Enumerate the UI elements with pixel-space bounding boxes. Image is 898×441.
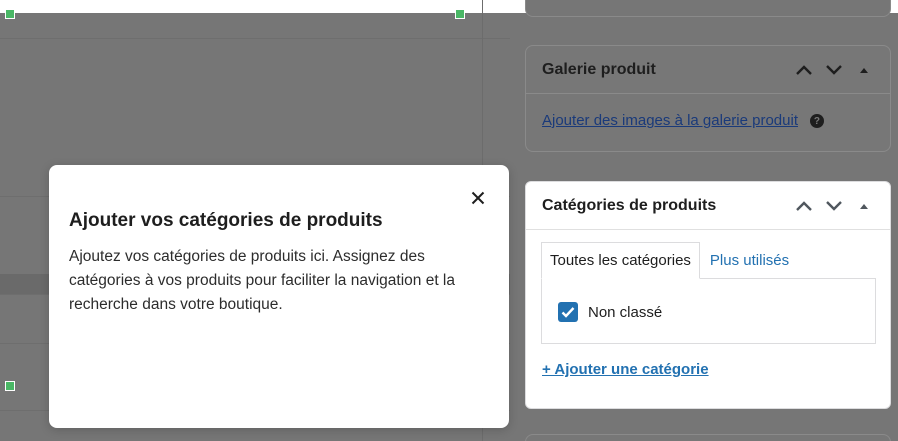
category-label: Non classé (588, 303, 663, 321)
categories-postbox-header: Catégories de produits (526, 182, 890, 229)
categories-tabs: Toutes les catégories Plus utilisés (541, 242, 797, 279)
caret-up-icon[interactable] (854, 60, 874, 80)
categories-list-panel: Non classé (541, 278, 876, 344)
caret-up-icon[interactable] (854, 196, 874, 216)
add-category-link[interactable]: + Ajouter une catégorie (542, 361, 709, 378)
resize-handle[interactable] (5, 381, 15, 391)
categories-postbox: Catégories de produits Toutes les catégo… (525, 181, 891, 409)
resize-handle[interactable] (5, 9, 15, 19)
chevron-up-icon[interactable] (794, 196, 814, 216)
categories-postbox-divider (526, 229, 890, 230)
gallery-postbox-controls (794, 60, 874, 80)
gallery-postbox-header: Galerie produit (526, 46, 890, 93)
tab-most-used[interactable]: Plus utilisés (700, 242, 797, 279)
editor-divider (0, 38, 510, 39)
gallery-postbox: Galerie produit Ajouter des images à la … (525, 45, 891, 152)
chevron-down-icon[interactable] (824, 196, 844, 216)
popover-body: Ajoutez vos catégories de produits ici. … (69, 248, 455, 313)
gallery-postbox-body: Ajouter des images à la galerie produit … (526, 94, 890, 150)
close-icon[interactable] (467, 187, 489, 209)
chevron-up-icon[interactable] (794, 60, 814, 80)
previous-postbox (525, 0, 891, 17)
next-postbox (525, 434, 891, 441)
add-gallery-images-link[interactable]: Ajouter des images à la galerie produit (542, 112, 798, 129)
chevron-down-icon[interactable] (824, 60, 844, 80)
resize-handle[interactable] (455, 9, 465, 19)
checkmark-icon (561, 307, 575, 318)
categories-postbox-title: Catégories de produits (542, 196, 717, 214)
tour-popover: Ajouter vos catégories de produits Ajout… (49, 165, 509, 428)
categories-postbox-controls (794, 196, 874, 216)
tab-all-categories[interactable]: Toutes les catégories (541, 242, 700, 279)
category-checkbox[interactable] (558, 302, 578, 322)
help-icon[interactable]: ? (809, 114, 824, 128)
category-item[interactable]: Non classé (558, 302, 662, 322)
popover-title: Ajouter vos catégories de produits (69, 210, 383, 231)
gallery-postbox-title: Galerie produit (542, 60, 656, 78)
